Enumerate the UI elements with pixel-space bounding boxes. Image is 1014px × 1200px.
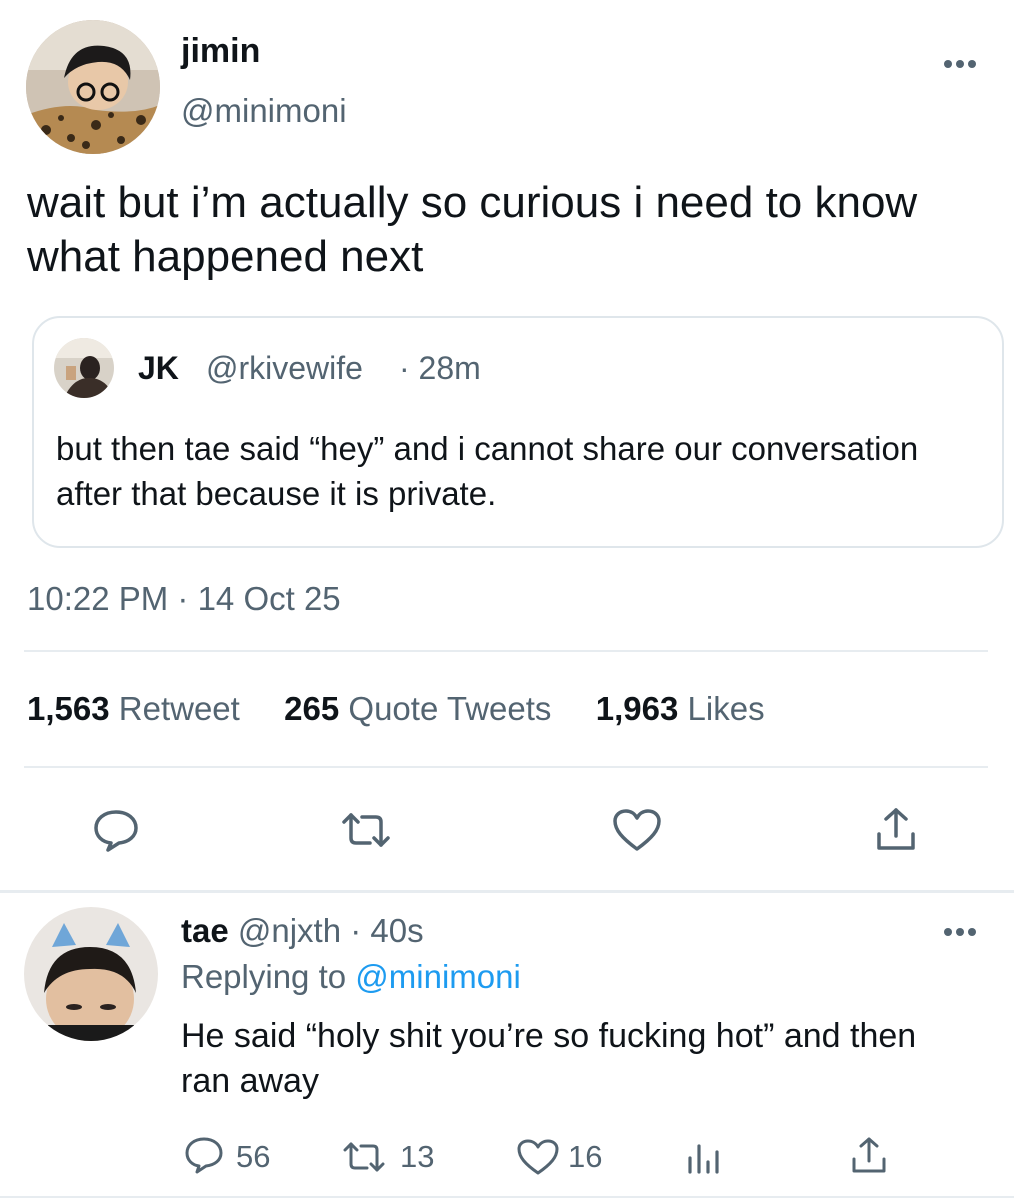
quoted-tweet-card[interactable]: JK @rkivewife · 28m but then tae said “h…	[32, 316, 1004, 548]
avatar-photo	[26, 20, 160, 154]
like-icon[interactable]	[612, 808, 662, 852]
reply-like-icon[interactable]	[516, 1138, 560, 1176]
reply-reply-icon[interactable]	[184, 1136, 224, 1174]
divider	[24, 766, 988, 768]
reply-icon[interactable]	[92, 808, 140, 852]
likes-label: Likes	[687, 690, 765, 727]
quoted-author-avatar	[54, 338, 114, 398]
bottom-divider	[0, 1196, 1014, 1198]
author-avatar[interactable]	[26, 20, 160, 154]
likes-count: 1,963	[595, 690, 679, 727]
likes-stat[interactable]: 1,963 Likes	[596, 690, 765, 727]
tweet-stats: 1,563 Retweet 265 Quote Tweets 1,963 Lik…	[27, 690, 765, 728]
reply-like-count: 16	[568, 1139, 603, 1174]
reply-avatar-photo	[24, 907, 158, 1041]
reply-retweet-icon[interactable]	[340, 1140, 388, 1174]
divider	[24, 650, 988, 652]
quotes-count: 265	[284, 690, 340, 727]
replying-to-handle[interactable]: @minimoni	[355, 958, 521, 995]
quoted-tweet-text: but then tae said “hey” and i cannot sha…	[56, 430, 919, 512]
reply-header: tae @njxth · 40s	[181, 912, 424, 950]
author-name[interactable]: jimin	[181, 32, 260, 71]
reply-author-handle[interactable]: @njxth	[238, 912, 341, 949]
share-icon[interactable]	[874, 806, 918, 852]
quoted-time: · 28m	[399, 350, 481, 386]
replying-to: Replying to @minimoni	[181, 958, 521, 996]
retweet-icon[interactable]	[338, 810, 394, 850]
reply-author-avatar[interactable]	[24, 907, 158, 1041]
tweet-text: wait but i’m actually so curious i need …	[27, 178, 918, 281]
reply-more-horizontal-icon[interactable]	[942, 926, 978, 938]
quoted-avatar-photo	[54, 338, 114, 398]
analytics-icon[interactable]	[686, 1140, 722, 1174]
reply-count: 56	[236, 1139, 271, 1174]
reply-author-name[interactable]: tae	[181, 912, 229, 949]
retweets-label: Retweet	[118, 690, 240, 727]
more-horizontal-icon[interactable]	[942, 58, 978, 74]
quoted-author-handle: @rkivewife	[206, 350, 363, 386]
quoted-author-name: JK	[138, 350, 179, 386]
author-handle[interactable]: @minimoni	[181, 92, 347, 130]
tweet-timestamp[interactable]: 10:22 PM · 14 Oct 25	[27, 580, 341, 618]
retweets-count: 1,563	[27, 690, 110, 727]
replying-to-label: Replying to	[181, 958, 347, 995]
quotes-stat[interactable]: 265 Quote Tweets	[284, 690, 560, 727]
retweets-stat[interactable]: 1,563 Retweet	[27, 690, 249, 727]
quotes-label: Quote Tweets	[348, 690, 552, 727]
reply-time: · 40s	[350, 912, 424, 949]
reply-text: He said “holy shit you’re so fucking hot…	[181, 1017, 917, 1100]
reply-retweet-count: 13	[400, 1139, 435, 1174]
tweet-separator	[0, 890, 1014, 893]
reply-share-icon[interactable]	[850, 1136, 888, 1174]
